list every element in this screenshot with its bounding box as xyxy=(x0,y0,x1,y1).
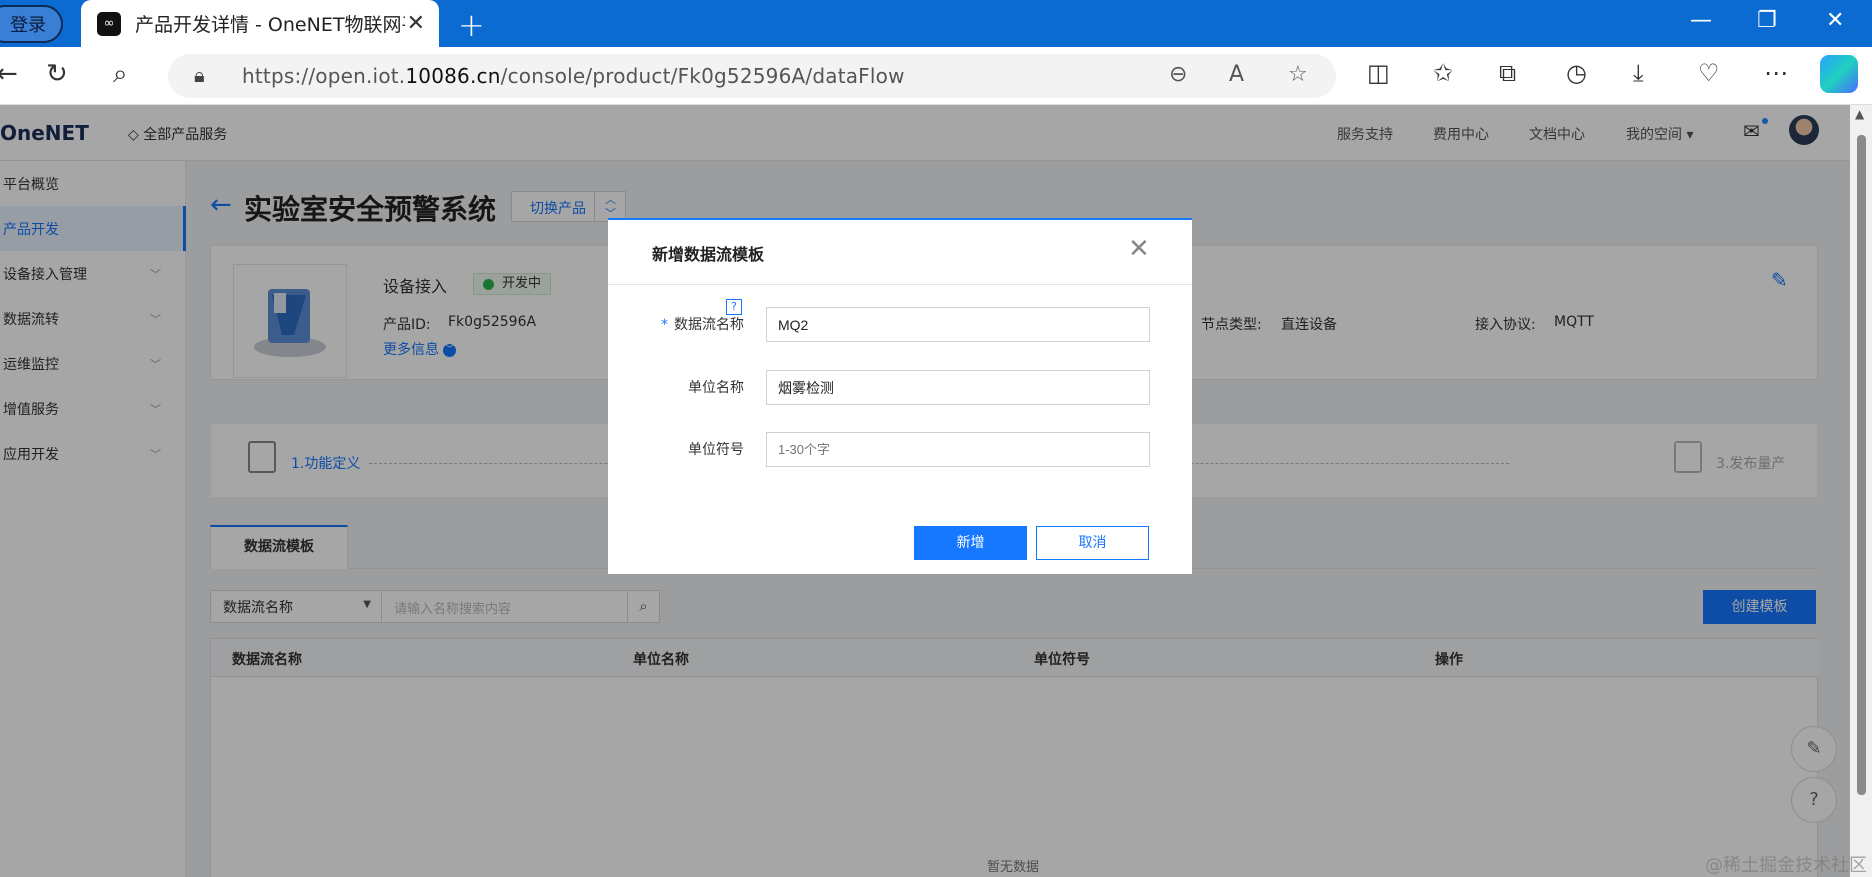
more-icon[interactable]: ⋯ xyxy=(1764,59,1788,87)
copilot-icon[interactable] xyxy=(1820,55,1858,93)
unit-name-input[interactable] xyxy=(766,370,1150,405)
watermark-text: @稀土掘金技术社区 xyxy=(1705,855,1867,876)
tab-close-icon[interactable]: ✕ xyxy=(407,11,425,36)
search-icon[interactable]: ⌕ xyxy=(113,59,128,90)
browser-tab-bar: 登录 ∞ 产品开发详情 - OneNET物联网平台 ✕ + — ❐ ✕ xyxy=(0,0,1872,47)
field-label-dataflow-name: * 数据流名称 xyxy=(661,317,744,333)
tab-title: 产品开发详情 - OneNET物联网平台 xyxy=(135,14,405,36)
download-icon[interactable]: ⤓ xyxy=(1633,59,1644,87)
dialog-header: 新增数据流模板 ✕ xyxy=(608,220,1192,285)
address-bar: ← ↻ ⌕ 🔒︎ https://open.iot.10086.cn/conso… xyxy=(0,47,1872,105)
new-tab-icon[interactable]: + xyxy=(458,6,485,44)
url-text[interactable]: https://open.iot.10086.cn/console/produc… xyxy=(242,64,905,88)
browser-tab-active[interactable]: ∞ 产品开发详情 - OneNET物联网平台 ✕ xyxy=(81,0,439,47)
minimize-icon[interactable]: — xyxy=(1690,8,1712,33)
field-label-unit-name: 单位名称 xyxy=(688,380,744,396)
login-button[interactable]: 登录 xyxy=(0,5,63,43)
read-aloud-icon[interactable]: A xyxy=(1229,62,1244,87)
field-label-unit-symbol: 单位符号 xyxy=(688,442,744,458)
question-icon[interactable]: ? xyxy=(726,299,742,315)
unit-symbol-input[interactable] xyxy=(766,432,1150,467)
history-icon[interactable]: ◷ xyxy=(1566,59,1587,87)
back-icon[interactable]: ← xyxy=(0,59,18,89)
restore-icon[interactable]: ❐ xyxy=(1757,8,1777,33)
tab-favicon-icon: ∞ xyxy=(97,11,121,36)
url-field[interactable]: 🔒︎ https://open.iot.10086.cn/console/pro… xyxy=(168,54,1336,98)
refresh-icon[interactable]: ↻ xyxy=(46,59,68,89)
zoom-out-icon[interactable]: ⊖ xyxy=(1169,62,1187,87)
split-screen-icon[interactable]: ◫ xyxy=(1367,59,1390,87)
health-icon[interactable]: ♡ xyxy=(1698,59,1720,87)
lock-icon: 🔒︎ xyxy=(194,63,205,87)
scrollbar[interactable]: ▲ xyxy=(1850,105,1872,877)
scroll-up-icon[interactable]: ▲ xyxy=(1855,107,1864,121)
favorites-icon[interactable]: ✩ xyxy=(1433,59,1453,87)
add-button[interactable]: 新增 xyxy=(914,526,1027,560)
close-icon[interactable]: ✕ xyxy=(1128,234,1150,264)
collections-icon[interactable]: ⧉ xyxy=(1499,59,1516,87)
window-close-icon[interactable]: ✕ xyxy=(1826,8,1844,33)
scroll-thumb[interactable] xyxy=(1857,135,1866,795)
cancel-button[interactable]: 取消 xyxy=(1036,526,1149,560)
dataflow-name-input[interactable] xyxy=(766,307,1150,342)
dialog-title: 新增数据流模板 xyxy=(652,245,765,264)
add-template-dialog: 新增数据流模板 ✕ ? *数据流名称 单位名称 单位符号 新增 取消 xyxy=(608,218,1192,574)
favorite-star-icon[interactable]: ☆ xyxy=(1288,62,1308,87)
